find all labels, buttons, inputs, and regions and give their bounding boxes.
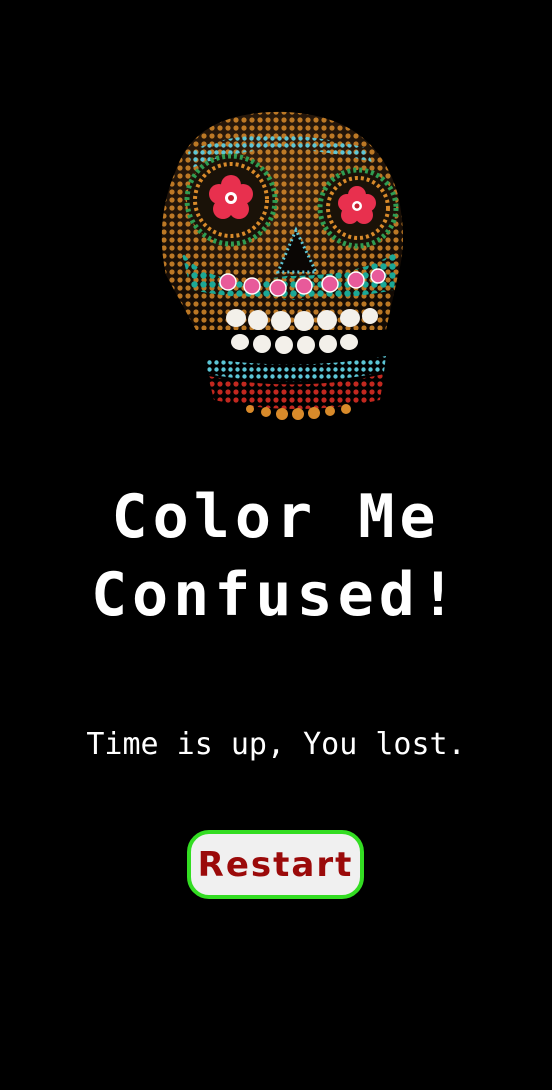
game-title: Color Me Confused! — [0, 478, 552, 634]
game-title-line-2: Confused! — [90, 560, 462, 630]
game-over-screen: Color Me Confused! Time is up, You lost.… — [0, 0, 552, 1090]
sugar-skull-icon — [136, 100, 416, 430]
game-title-line-1: Color Me — [111, 482, 441, 552]
game-over-message: Time is up, You lost. — [86, 727, 466, 762]
restart-button[interactable]: Restart — [187, 830, 364, 899]
